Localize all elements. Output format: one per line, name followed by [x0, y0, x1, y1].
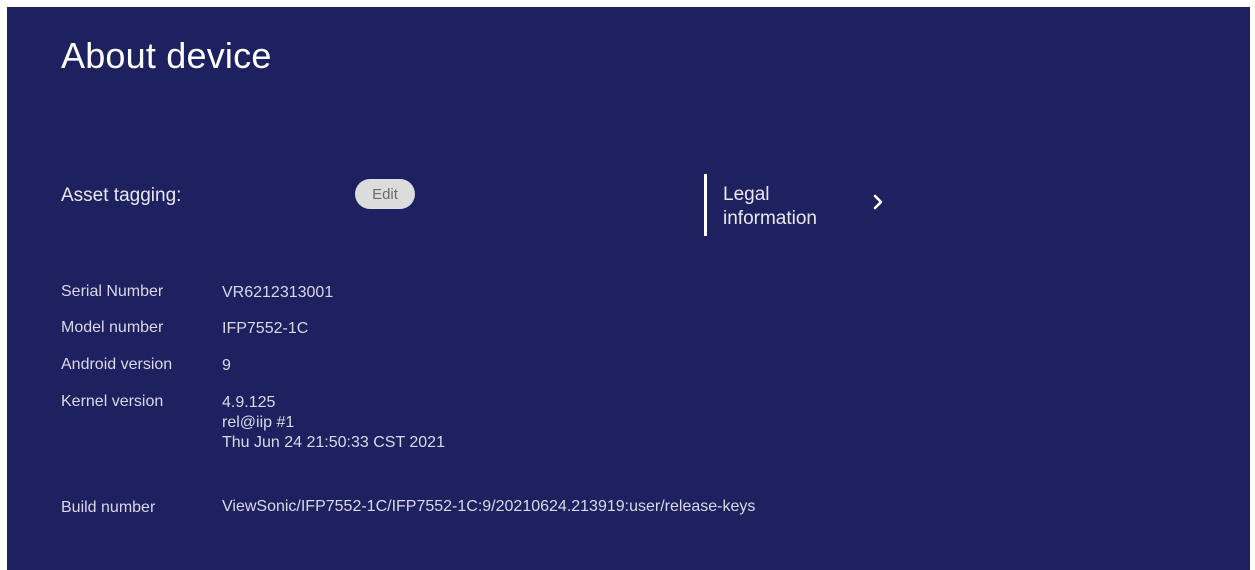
- kernel-version-label: Kernel version: [61, 393, 164, 410]
- page-title: About device: [61, 35, 272, 76]
- serial-number-value: VR6212313001: [222, 284, 334, 301]
- legal-label-line1: Legal: [723, 184, 770, 205]
- asset-tagging-label: Asset tagging:: [61, 185, 182, 206]
- kernel-version-line: rel@iip #1: [222, 414, 295, 431]
- model-number-label: Model number: [61, 319, 164, 336]
- chevron-right-icon[interactable]: [869, 192, 889, 212]
- model-number-value: IFP7552-1C: [222, 320, 309, 337]
- kernel-version-value: 4.9.125 rel@iip #1 Thu Jun 24 21:50:33 C…: [222, 393, 445, 453]
- legal-divider: [704, 174, 707, 236]
- kernel-version-line: Thu Jun 24 21:50:33 CST 2021: [222, 434, 445, 451]
- android-version-value: 9: [222, 357, 231, 374]
- legal-information-link[interactable]: Legal information: [723, 183, 833, 231]
- build-number-value: ViewSonic/IFP7552-1C/IFP7552-1C:9/202106…: [222, 498, 756, 515]
- build-number-label: Build number: [61, 499, 156, 516]
- kernel-version-line: 4.9.125: [222, 394, 276, 411]
- legal-label-line2: information: [723, 208, 817, 229]
- about-device-panel: About device Asset tagging: Edit Legal i…: [7, 7, 1250, 570]
- edit-button[interactable]: Edit: [355, 179, 415, 209]
- android-version-label: Android version: [61, 356, 173, 373]
- serial-number-label: Serial Number: [61, 283, 164, 300]
